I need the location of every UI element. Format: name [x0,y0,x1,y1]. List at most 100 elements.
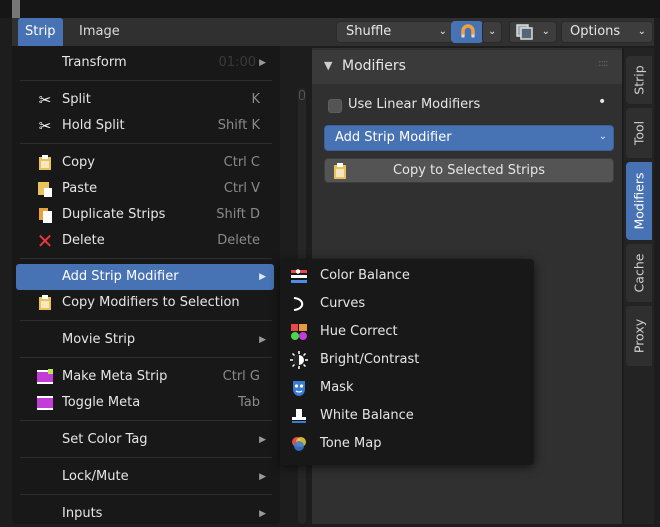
tab-strip[interactable]: Strip [626,56,652,104]
use-linear-label: Use Linear Modifiers [348,97,481,112]
menu-item-shortcut: Ctrl G [222,369,260,384]
submenu-arrow-icon: ▶ [259,435,266,445]
menu-separator [20,457,272,458]
submenu-item-mask[interactable]: Mask [286,375,530,401]
menu-item-shortcut: Shift D [216,207,260,222]
copy-modifiers-icon [39,295,51,310]
animate-dot-icon[interactable]: • [598,94,606,110]
scissors-icon: ✂ [38,117,52,135]
snap-options-button[interactable]: ⌄ [482,21,502,43]
menu-item-label: Copy [62,155,95,170]
menu-item-shortcut: Tab [237,395,260,410]
tab-tool-label: Tool [631,120,647,146]
tab-modifiers[interactable]: Modifiers [626,162,652,240]
menu-item-make-meta-strip[interactable]: Make Meta Strip Ctrl G [16,364,274,390]
meta-strip-icon [37,369,53,384]
use-linear-modifiers-row[interactable]: Use Linear Modifiers • [326,94,616,116]
menu-item-label: Toggle Meta [62,395,141,410]
submenu-item-label: Color Balance [320,268,410,283]
menu-image[interactable]: Image [72,18,127,46]
menu-item-set-color-tag[interactable]: Set Color Tag ▶ [16,427,274,453]
submenu-item-label: Mask [320,380,354,395]
menu-item-copy[interactable]: Copy Ctrl C [16,150,274,176]
menu-item-label: Set Color Tag [62,432,148,447]
menu-separator [20,143,272,144]
add-strip-modifier-dropdown[interactable]: Add Strip Modifier ⌄ [324,125,614,151]
submenu-arrow-icon: ▶ [259,335,266,345]
shuffle-dropdown[interactable]: Shuffle ⌄ [336,21,454,43]
menu-item-split[interactable]: ✂ Split K [16,87,274,113]
menu-item-shortcut: K [251,92,260,107]
tab-cache[interactable]: Cache [626,244,652,302]
tab-proxy-label: Proxy [631,318,647,354]
tab-proxy[interactable]: Proxy [626,306,652,366]
submenu-item-white-balance[interactable]: White Balance [286,403,530,429]
submenu-item-tone-map[interactable]: Tone Map [286,431,530,457]
options-label: Options [570,24,621,39]
submenu-arrow-icon: ▶ [259,58,266,68]
tab-tool[interactable]: Tool [626,108,652,158]
menu-item-lock-mute[interactable]: Lock/Mute ▶ [16,464,274,490]
chevron-down-icon: ⌄ [488,26,497,37]
white-balance-icon [292,409,306,423]
chevron-down-icon: ⌄ [541,26,550,37]
chevron-down-icon: ⌄ [598,131,607,142]
copy-to-selected-button[interactable]: Copy to Selected Strips [324,158,614,183]
submenu-item-hue-correct[interactable]: Hue Correct [286,319,530,345]
submenu-item-bright-contrast[interactable]: Bright/Contrast [286,347,530,373]
submenu-item-label: White Balance [320,408,414,423]
overlay-dropdown[interactable]: ⌄ [509,21,557,43]
toggle-meta-icon [37,396,53,410]
panel-title: Modifiers [342,58,406,74]
window-top-strip [0,0,660,18]
menu-item-label: Copy Modifiers to Selection [62,295,240,310]
submenu-item-label: Bright/Contrast [320,352,420,367]
options-dropdown[interactable]: Options ⌄ [561,21,653,43]
submenu-item-label: Curves [320,296,366,311]
modifiers-panel-header[interactable]: ▼ Modifiers :::: [312,50,622,84]
menu-item-toggle-meta[interactable]: Toggle Meta Tab [16,390,274,416]
submenu-arrow-icon: ▶ [259,509,266,519]
menu-scrollbar-thumb[interactable] [299,90,305,100]
menu-item-copy-modifiers[interactable]: Copy Modifiers to Selection [16,290,274,316]
tab-modifiers-label: Modifiers [631,172,647,230]
mask-icon [293,381,305,396]
tab-cache-label: Cache [631,253,647,293]
submenu-item-curves[interactable]: Curves [286,291,530,317]
chevron-down-icon: ⌄ [438,26,447,37]
submenu-item-label: Tone Map [320,436,382,451]
shuffle-label: Shuffle [346,24,392,39]
menu-item-shortcut: Delete [217,233,260,248]
menu-item-label: Transform [62,55,127,70]
menu-item-paste[interactable]: Paste Ctrl V [16,176,274,202]
color-balance-icon [291,269,307,283]
curves-icon [293,297,304,311]
menu-item-shortcut: Ctrl V [223,181,260,196]
menu-separator [20,357,272,358]
duplicate-icon [39,208,52,223]
menu-separator [20,494,272,495]
paste-icon [38,182,52,197]
menu-item-delete[interactable]: ✕ Delete Delete [16,228,274,254]
menu-item-add-strip-modifier[interactable]: Add Strip Modifier ▶ [16,264,274,290]
menu-item-label: Duplicate Strips [62,207,166,222]
window-edge-marker [12,0,20,18]
chevron-down-icon: ⌄ [637,26,646,37]
drag-handle-icon[interactable]: :::: [598,58,609,69]
submenu-arrow-icon: ▶ [259,272,266,282]
menu-item-hold-split[interactable]: ✂ Hold Split Shift K [16,113,274,139]
menu-item-label: Inputs [62,506,103,521]
menu-separator [20,320,272,321]
menu-item-inputs[interactable]: Inputs ▶ [16,501,274,527]
menu-item-movie-strip[interactable]: Movie Strip ▶ [16,327,274,353]
menu-item-label: Hold Split [62,118,125,133]
submenu-item-color-balance[interactable]: Color Balance [286,263,530,289]
use-linear-checkbox[interactable] [328,99,342,113]
menu-strip[interactable]: Strip [18,18,63,46]
menu-item-label: Paste [62,181,98,196]
copy-to-selected-label: Copy to Selected Strips [392,163,546,178]
submenu-item-label: Hue Correct [320,324,398,339]
menu-item-transform[interactable]: Transform 01:00 ▶ [16,50,274,76]
snap-toggle-button[interactable] [451,21,483,43]
menu-item-duplicate-strips[interactable]: Duplicate Strips Shift D [16,202,274,228]
